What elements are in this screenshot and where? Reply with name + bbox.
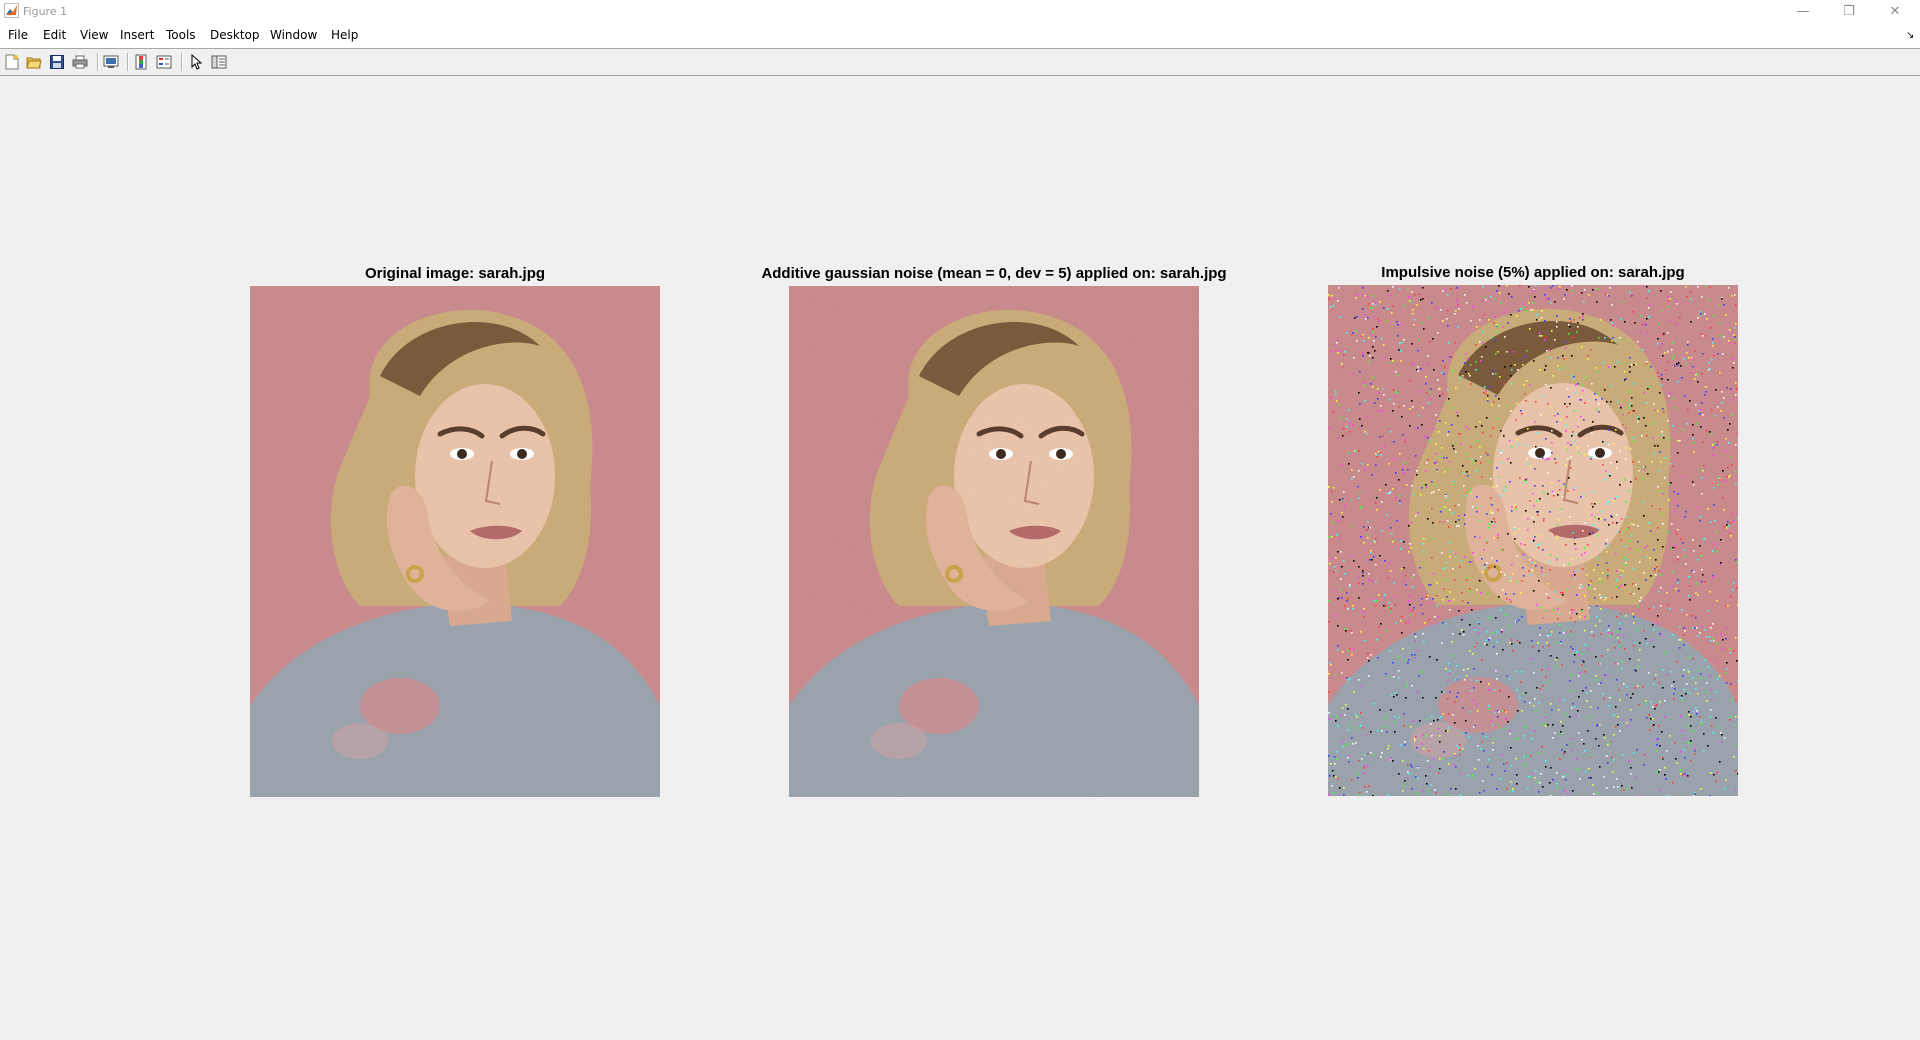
- menu-tools[interactable]: Tools: [166, 28, 196, 42]
- close-button[interactable]: ✕: [1872, 0, 1918, 22]
- figure-window: Figure 1 — ❐ ✕ File Edit View Insert Too…: [0, 0, 1920, 1040]
- image-impulse-noise: [1328, 285, 1738, 796]
- image-original: [250, 286, 660, 797]
- portrait-photo: [250, 286, 660, 797]
- minimize-icon: —: [1796, 3, 1810, 19]
- insert-legend-icon: [156, 55, 172, 69]
- insert-legend-button[interactable]: [154, 52, 174, 72]
- menu-window[interactable]: Window: [270, 28, 317, 42]
- portrait-photo: [1328, 285, 1738, 796]
- menu-view[interactable]: View: [80, 28, 108, 42]
- link-plot-icon: [103, 55, 119, 68]
- save-icon: [50, 55, 64, 69]
- window-title: Figure 1: [23, 5, 68, 18]
- menu-bar: File Edit View Insert Tools Desktop Wind…: [0, 22, 1920, 49]
- matlab-logo-icon: [4, 3, 19, 18]
- axes-title: Impulsive noise (5%) applied on: sarah.j…: [1381, 264, 1685, 281]
- restore-icon: ❐: [1843, 3, 1855, 19]
- close-icon: ✕: [1889, 3, 1901, 19]
- new-figure-button[interactable]: [2, 52, 22, 72]
- dock-figure-icon[interactable]: ↘: [1906, 30, 1914, 41]
- axes-title: Additive gaussian noise (mean = 0, dev =…: [761, 265, 1227, 282]
- property-inspector-button[interactable]: [209, 52, 229, 72]
- edit-plot-icon: [191, 54, 202, 70]
- toolbar-separator: [127, 53, 129, 71]
- menu-file[interactable]: File: [8, 28, 28, 42]
- figure-toolbar: [0, 49, 1920, 76]
- link-plot-button[interactable]: [101, 52, 121, 72]
- edit-plot-button[interactable]: [186, 52, 206, 72]
- save-button[interactable]: [47, 52, 67, 72]
- menu-insert[interactable]: Insert: [120, 28, 154, 42]
- minimize-button[interactable]: —: [1780, 0, 1826, 22]
- title-bar[interactable]: Figure 1 — ❐ ✕: [0, 0, 1920, 22]
- menu-desktop[interactable]: Desktop: [210, 28, 260, 42]
- portrait-photo: [789, 286, 1199, 797]
- print-button[interactable]: [70, 52, 90, 72]
- open-file-icon: [26, 57, 42, 69]
- open-file-button[interactable]: [24, 52, 44, 72]
- toolbar-separator: [181, 53, 183, 71]
- menu-edit[interactable]: Edit: [43, 28, 66, 42]
- new-figure-icon: [5, 54, 19, 70]
- axes-title: Original image: sarah.jpg: [364, 265, 546, 282]
- print-icon: [72, 55, 88, 69]
- property-inspector-icon: [211, 55, 227, 69]
- menu-help[interactable]: Help: [331, 28, 358, 42]
- image-gaussian-noise: [789, 286, 1199, 797]
- insert-colorbar-icon: [135, 54, 147, 70]
- toolbar-separator: [97, 53, 99, 71]
- insert-colorbar-button[interactable]: [131, 52, 151, 72]
- maximize-button[interactable]: ❐: [1826, 0, 1872, 22]
